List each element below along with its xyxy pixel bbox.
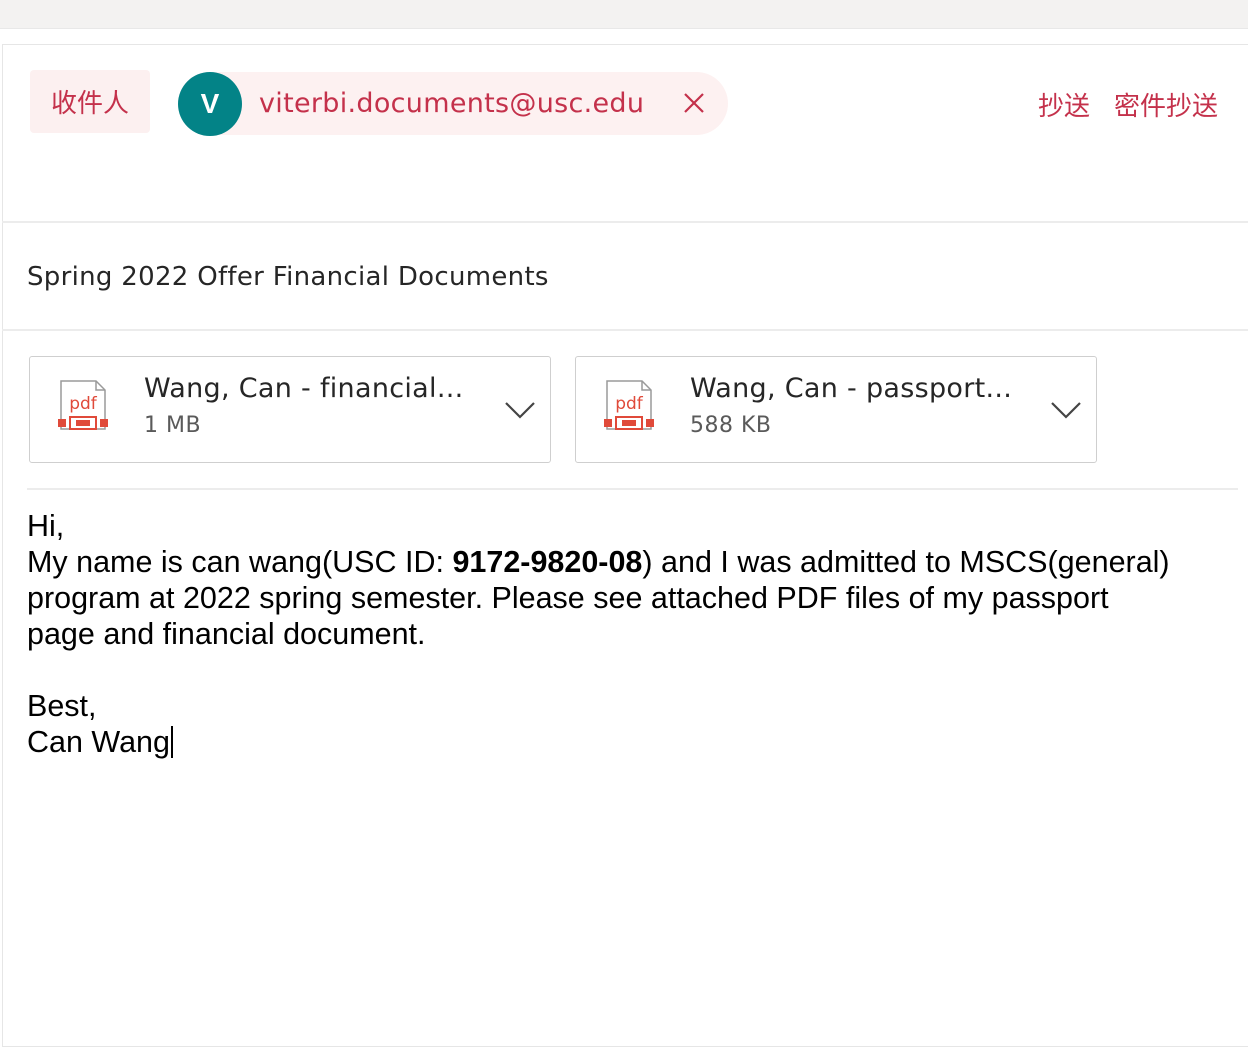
body-paragraph-line: My name is can wang(USC ID: 9172-9820-08… bbox=[27, 544, 1237, 580]
divider bbox=[2, 329, 1248, 331]
body-closing: Best, bbox=[27, 689, 97, 723]
pdf-icon: pdf bbox=[58, 380, 108, 430]
attachment-card[interactable]: pdf Wang, Can - passport... 588 KB bbox=[575, 356, 1097, 463]
body-text-segment: ) and I was admitted to MSCS(general) bbox=[642, 545, 1170, 579]
body-paragraph-line: page and financial document. bbox=[27, 617, 426, 651]
pdf-icon: pdf bbox=[604, 380, 654, 430]
message-body-editor[interactable]: Hi, My name is can wang(USC ID: 9172-982… bbox=[27, 508, 1237, 760]
chevron-down-icon[interactable] bbox=[1050, 397, 1082, 421]
subject-field[interactable]: Spring 2022 Offer Financial Documents bbox=[27, 262, 549, 292]
text-caret bbox=[170, 726, 173, 758]
top-toolbar-strip bbox=[0, 0, 1248, 29]
remove-recipient-icon[interactable] bbox=[680, 89, 708, 117]
recipient-chip[interactable]: V viterbi.documents@usc.edu bbox=[178, 71, 728, 136]
attachment-card[interactable]: pdf Wang, Can - financial... 1 MB bbox=[29, 356, 551, 463]
attachment-name: Wang, Can - financial... bbox=[144, 373, 464, 404]
body-signature-line: Can Wang bbox=[27, 724, 1237, 760]
svg-text:pdf: pdf bbox=[69, 394, 98, 414]
body-text-segment: My name is can wang(USC ID: bbox=[27, 545, 453, 579]
svg-text:pdf: pdf bbox=[615, 394, 644, 414]
divider bbox=[2, 221, 1248, 223]
attachment-name: Wang, Can - passport... bbox=[690, 373, 1013, 404]
attachment-size: 588 KB bbox=[690, 413, 772, 438]
recipient-email: viterbi.documents@usc.edu bbox=[259, 88, 645, 119]
to-button[interactable]: 收件人 bbox=[30, 70, 150, 133]
attachment-size: 1 MB bbox=[144, 413, 202, 438]
body-paragraph-line: program at 2022 spring semester. Please … bbox=[27, 581, 1109, 615]
cc-link[interactable]: 抄送 bbox=[1038, 86, 1090, 123]
body-greeting: Hi, bbox=[27, 509, 65, 543]
chevron-down-icon[interactable] bbox=[504, 397, 536, 421]
divider bbox=[27, 488, 1238, 490]
body-signature: Can Wang bbox=[27, 725, 170, 759]
bcc-link[interactable]: 密件抄送 bbox=[1114, 86, 1218, 123]
avatar: V bbox=[178, 71, 242, 136]
usc-id-bold: 9172-9820-08 bbox=[452, 545, 643, 579]
